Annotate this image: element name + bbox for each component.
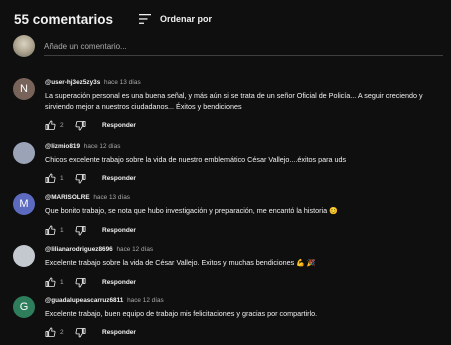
dislike-icon[interactable] (75, 327, 86, 338)
like-count: 2 (60, 121, 64, 129)
comment-text: Chicos excelente trabajo sobre la vida d… (45, 154, 441, 165)
like-icon[interactable] (45, 327, 56, 338)
comment-author[interactable]: @user-hj3ez5zy3s (45, 79, 100, 86)
comment-text: Excelente trabajo, buen equipo de trabaj… (45, 308, 441, 319)
comment-actions: 1 Responder (45, 276, 441, 288)
comment-emoji: 😊 (329, 208, 338, 215)
comment-text: Excelente trabajo sobre la vida de César… (45, 257, 441, 269)
like-count: 1 (60, 278, 64, 286)
comment-meta: @lizmio819 hace 12 días (45, 142, 441, 151)
comment-emoji: 💪 🎉 (296, 260, 316, 267)
like-icon[interactable] (45, 277, 56, 288)
comment-body: @guadalupeascarruz6811 hace 12 días Exce… (45, 296, 441, 338)
comment-time[interactable]: hace 12 días (116, 246, 153, 253)
comment-actions: 2 Responder (45, 326, 441, 338)
comment-meta: @user-hj3ez5zy3s hace 13 días (45, 78, 441, 87)
add-comment-row: Añade un comentario... (13, 34, 443, 58)
comment-body: @user-hj3ez5zy3s hace 13 días La superac… (45, 78, 441, 131)
like-icon[interactable] (45, 173, 56, 184)
like-count: 1 (60, 226, 64, 234)
reply-button[interactable]: Responder (102, 329, 136, 336)
sort-button[interactable]: Ordenar por (139, 14, 212, 24)
like-count: 1 (60, 174, 64, 182)
comment-time[interactable]: hace 13 días (93, 194, 130, 201)
dislike-icon[interactable] (75, 173, 86, 184)
like-icon[interactable] (45, 120, 56, 131)
comment-author[interactable]: @guadalupeascarruz6811 (45, 297, 123, 304)
comment-actions: 1 Responder (45, 172, 441, 184)
comment-meta: @lilianarodriguez8696 hace 12 días (45, 245, 441, 254)
comment-time[interactable]: hace 12 días (127, 297, 164, 304)
comment-author[interactable]: @lizmio819 (45, 143, 80, 150)
dislike-icon[interactable] (75, 120, 86, 131)
comment-meta: @guadalupeascarruz6811 hace 12 días (45, 296, 441, 305)
comment-actions: 2 Responder (45, 119, 441, 131)
reply-button[interactable]: Responder (102, 227, 136, 234)
comment-count: 55 comentarios (14, 11, 114, 27)
comment-body: @lilianarodriguez8696 hace 12 días Excel… (45, 245, 441, 288)
comment-text-content: Chicos excelente trabajo sobre la vida d… (45, 155, 347, 164)
comment-actions: 1 Responder (45, 224, 441, 236)
comment-text: Que bonito trabajo, se nota que hubo inv… (45, 205, 441, 217)
commenter-avatar[interactable] (13, 245, 35, 267)
comment-text-content: Excelente trabajo sobre la vida de César… (45, 258, 295, 267)
sort-label: Ordenar por (160, 14, 213, 24)
dislike-icon[interactable] (75, 277, 86, 288)
comment-text: La superación personal es una buena seña… (45, 90, 441, 112)
comment-author[interactable]: @MARISOLRE (45, 194, 90, 201)
sort-icon (139, 14, 152, 24)
reply-button[interactable]: Responder (102, 122, 136, 129)
add-comment-input[interactable]: Añade un comentario... (44, 36, 443, 56)
commenter-avatar[interactable]: N (13, 78, 35, 100)
comment-text-content: Que bonito trabajo, se nota que hubo inv… (45, 206, 328, 215)
comment-text-content: Excelente trabajo, buen equipo de trabaj… (45, 309, 318, 318)
commenter-avatar[interactable] (13, 142, 35, 164)
comment-meta: @MARISOLRE hace 13 días (45, 193, 441, 202)
reply-button[interactable]: Responder (102, 279, 136, 286)
comment-time[interactable]: hace 13 días (104, 79, 141, 86)
comment-body: @lizmio819 hace 12 días Chicos excelente… (45, 142, 441, 184)
comment-text-content: La superación personal es una buena seña… (45, 91, 423, 111)
commenter-avatar[interactable]: G (13, 296, 35, 318)
like-icon[interactable] (45, 225, 56, 236)
comment-body: @MARISOLRE hace 13 días Que bonito traba… (45, 193, 441, 236)
user-avatar (13, 35, 35, 57)
like-count: 2 (60, 328, 64, 336)
dislike-icon[interactable] (75, 225, 86, 236)
comments-header: 55 comentarios Ordenar por (14, 9, 212, 29)
reply-button[interactable]: Responder (102, 175, 136, 182)
comment-author[interactable]: @lilianarodriguez8696 (45, 246, 113, 253)
comment-time[interactable]: hace 12 días (84, 143, 121, 150)
commenter-avatar[interactable]: M (13, 193, 35, 215)
